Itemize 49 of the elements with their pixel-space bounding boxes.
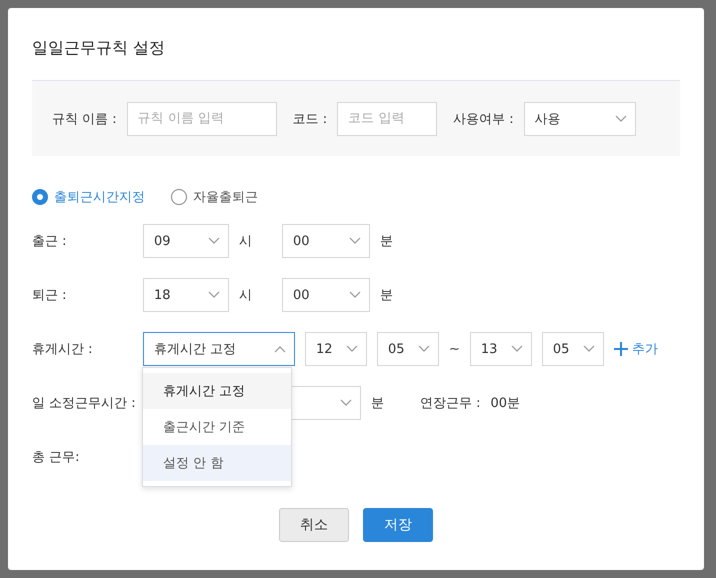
- radio-option[interactable]: 출퇴근시간지정: [32, 188, 145, 206]
- chevron-icon: [208, 291, 220, 299]
- input-field[interactable]: 코드 입력: [337, 102, 438, 136]
- field-label: 규칙 이름 :: [52, 110, 117, 128]
- chevron-icon: [346, 345, 358, 353]
- unit-label: 시: [239, 287, 252, 304]
- field-label: 코드 :: [292, 110, 328, 128]
- select-field[interactable]: 05: [542, 332, 604, 366]
- select-field[interactable]: 18: [143, 278, 229, 312]
- cancel-button[interactable]: 취소: [279, 508, 349, 542]
- unit-label: 분: [380, 287, 393, 304]
- field-label: 휴게시간 :: [32, 341, 94, 358]
- field-label: 출근 :: [32, 233, 68, 250]
- radio-option[interactable]: 자율출퇴근: [171, 188, 258, 206]
- chevron-icon: [582, 345, 595, 353]
- input-field[interactable]: 규칙 이름 입력: [126, 102, 277, 136]
- menu-item[interactable]: 출근시간 기준: [143, 409, 291, 445]
- dialog-title: 일일근무규칙 설정: [32, 38, 166, 59]
- chevron-icon: [349, 237, 361, 245]
- select-field[interactable]: 13: [470, 332, 532, 366]
- chevron-icon: [418, 345, 430, 353]
- field-label: 연장근무 :: [420, 395, 481, 412]
- select-field[interactable]: 00: [282, 278, 370, 312]
- select-field[interactable]: 05: [377, 332, 439, 366]
- chevron-icon: [614, 114, 627, 122]
- field-label: 일 소정근무시간 :: [32, 395, 133, 412]
- overtime-value: 00분: [490, 395, 520, 412]
- add-link[interactable]: 추가: [614, 340, 658, 358]
- field-label: 사용여부 :: [453, 110, 514, 128]
- unit-label: 시: [239, 233, 252, 250]
- select-field[interactable]: 사용: [524, 102, 636, 136]
- menu-item[interactable]: 휴게시간 고정: [143, 373, 291, 409]
- select-field[interactable]: 휴게시간 고정: [143, 332, 295, 366]
- menu-item[interactable]: 설정 안 함: [143, 445, 291, 481]
- separator: ~: [449, 342, 460, 356]
- select-field[interactable]: 09: [143, 224, 229, 258]
- select-field[interactable]: 00: [282, 224, 370, 258]
- save-button[interactable]: 저장: [363, 508, 433, 542]
- select-field[interactable]: 12: [305, 332, 367, 366]
- unit-label: 분: [371, 395, 384, 412]
- chevron-icon: [208, 237, 220, 245]
- chevron-icon: [510, 345, 523, 353]
- chevron-icon: [340, 399, 352, 407]
- unit-label: 분: [380, 233, 393, 250]
- chevron-icon: [349, 291, 361, 299]
- plus-icon: [614, 342, 628, 356]
- field-label: 퇴근 :: [32, 287, 68, 304]
- field-label: 총 근무:: [32, 449, 81, 466]
- chevron-icon: [274, 345, 286, 353]
